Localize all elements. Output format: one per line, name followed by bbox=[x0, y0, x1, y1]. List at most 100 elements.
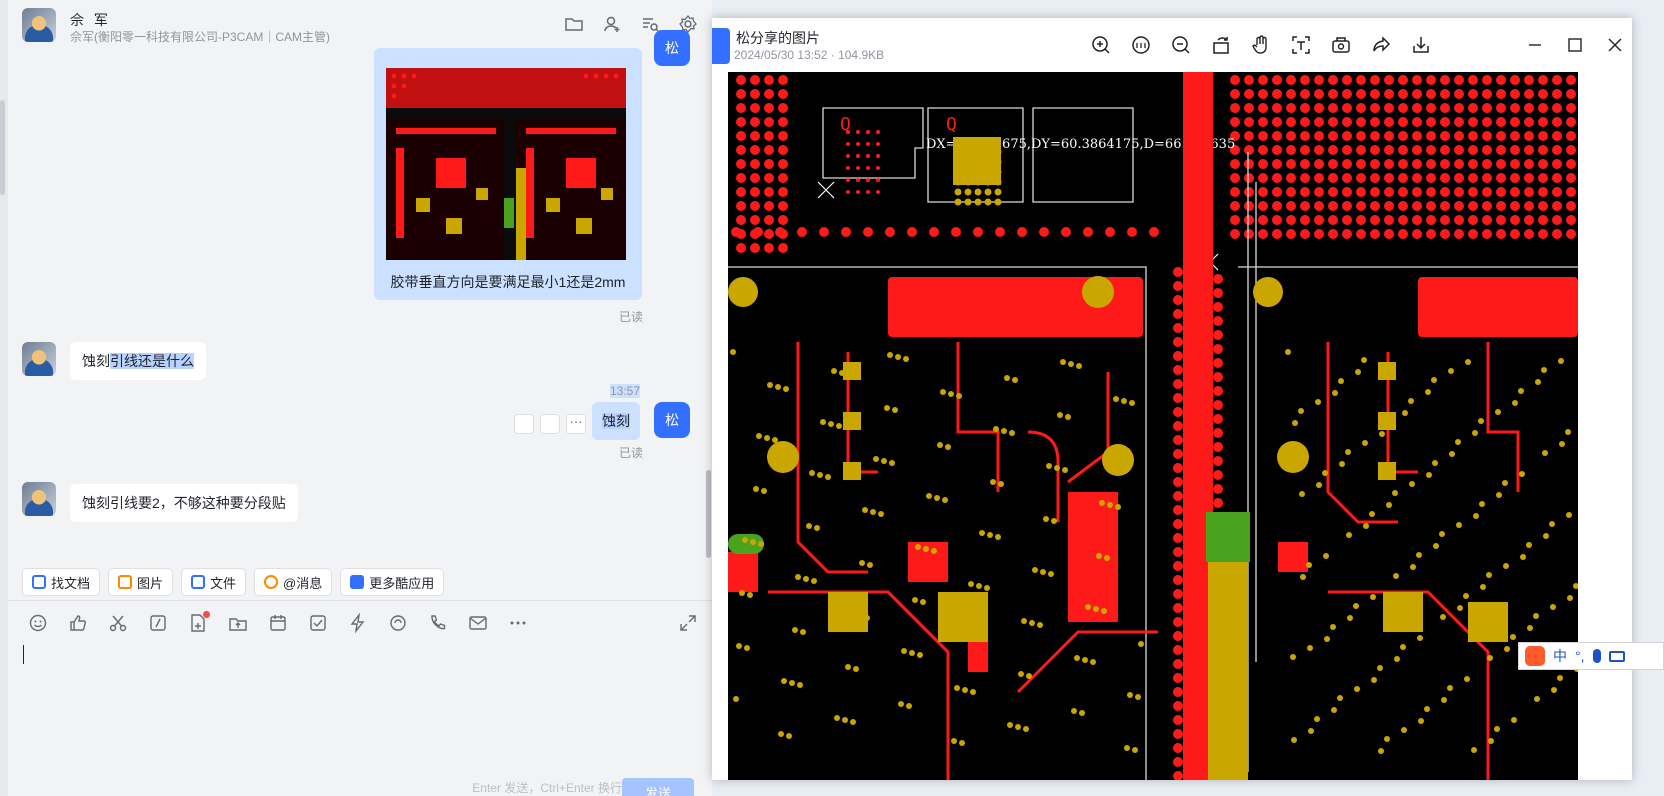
via-pad bbox=[1345, 449, 1351, 455]
via-pad bbox=[1082, 657, 1088, 663]
rotate-icon[interactable] bbox=[1210, 34, 1232, 56]
contact-avatar[interactable] bbox=[22, 8, 56, 42]
minimize-icon[interactable] bbox=[1524, 34, 1546, 56]
close-icon[interactable] bbox=[1604, 34, 1626, 56]
upload-icon[interactable] bbox=[228, 613, 248, 633]
via-pad bbox=[1115, 504, 1121, 510]
via-pad bbox=[974, 178, 982, 186]
command-icon[interactable] bbox=[148, 613, 168, 633]
via-pad bbox=[1440, 103, 1450, 113]
reaction-icon[interactable] bbox=[514, 414, 534, 434]
more-icon[interactable] bbox=[508, 613, 528, 633]
chat-scrollbar[interactable] bbox=[706, 470, 711, 558]
zoom-out-icon[interactable] bbox=[1170, 34, 1192, 56]
via-pad bbox=[1384, 173, 1394, 183]
via-pad bbox=[1552, 103, 1562, 113]
self-avatar[interactable]: 松 bbox=[654, 402, 690, 438]
actual-size-icon[interactable] bbox=[1130, 34, 1152, 56]
ime-mode[interactable]: 中 bbox=[1553, 646, 1567, 666]
folder-icon[interactable] bbox=[564, 14, 584, 34]
image-edit-icon[interactable] bbox=[1330, 34, 1352, 56]
via-pad bbox=[764, 117, 774, 127]
via-pad bbox=[1328, 131, 1338, 141]
via-pad bbox=[1300, 229, 1310, 239]
scissors-icon[interactable] bbox=[108, 613, 128, 633]
sidebar-scrollbar[interactable] bbox=[0, 100, 5, 195]
contact-avatar[interactable] bbox=[22, 342, 56, 376]
via-pad bbox=[1314, 145, 1324, 155]
via-pad bbox=[1213, 428, 1223, 438]
mention-button[interactable]: @消息 bbox=[254, 568, 333, 596]
via-pad bbox=[817, 472, 823, 478]
self-avatar[interactable]: 松 bbox=[654, 30, 690, 66]
via-pad bbox=[1418, 718, 1424, 724]
via-pad bbox=[1566, 145, 1576, 155]
pcb-thumbnail[interactable] bbox=[386, 68, 626, 260]
via-pad bbox=[819, 227, 829, 237]
doc-add-icon[interactable] bbox=[188, 611, 210, 633]
via-pad bbox=[1258, 89, 1268, 99]
text-recognize-icon[interactable] bbox=[1290, 34, 1312, 56]
via-pad bbox=[1378, 748, 1384, 754]
pcb-image[interactable]: Q Q DX=0.9803675,DY=60.3864175,D=66.5736… bbox=[728, 72, 1578, 780]
add-member-icon[interactable] bbox=[602, 14, 622, 34]
via-pad bbox=[901, 648, 907, 654]
via-pad bbox=[1510, 117, 1520, 127]
via-pad bbox=[753, 486, 759, 492]
mail-icon[interactable] bbox=[468, 613, 488, 633]
share-icon[interactable] bbox=[1370, 34, 1392, 56]
image-message[interactable]: 胶带垂直方向是要满足最小1还是2mm bbox=[374, 48, 642, 300]
contact-avatar[interactable] bbox=[22, 482, 56, 516]
via-pad bbox=[1272, 131, 1282, 141]
via-pad bbox=[974, 198, 982, 206]
ime-toolbar[interactable]: 中 °, bbox=[1518, 642, 1664, 670]
message-bubble[interactable]: 蚀刻引线还是什么 bbox=[70, 342, 206, 380]
more-apps-button[interactable]: 更多酷应用 bbox=[340, 568, 445, 596]
lightning-icon[interactable] bbox=[348, 612, 368, 634]
via-pad bbox=[1385, 419, 1391, 425]
maximize-icon[interactable] bbox=[1564, 34, 1586, 56]
via-pad bbox=[1060, 359, 1066, 365]
zoom-in-icon[interactable] bbox=[1090, 34, 1112, 56]
via-pad bbox=[1244, 131, 1254, 141]
quick-tools: 找文档 图片 文件 @消息 更多酷应用 bbox=[22, 568, 445, 596]
reply-icon[interactable] bbox=[540, 414, 560, 434]
apps-icon bbox=[350, 575, 365, 589]
emoji-icon[interactable] bbox=[28, 613, 48, 633]
via-pad bbox=[841, 227, 851, 237]
microphone-icon[interactable] bbox=[1592, 649, 1601, 663]
via-pad bbox=[1440, 89, 1450, 99]
via-pad bbox=[775, 227, 785, 237]
calendar-icon[interactable] bbox=[268, 613, 288, 633]
via-pad bbox=[870, 509, 876, 515]
message-bubble[interactable]: 蚀刻 bbox=[592, 402, 640, 440]
find-doc-button[interactable]: 找文档 bbox=[22, 568, 101, 596]
file-button[interactable]: 文件 bbox=[181, 568, 247, 596]
download-icon[interactable] bbox=[1410, 34, 1432, 56]
contact-name[interactable]: 佘 军 bbox=[70, 10, 111, 30]
send-button[interactable]: 发送 bbox=[622, 778, 694, 796]
hand-icon[interactable] bbox=[1250, 34, 1272, 56]
image-button[interactable]: 图片 bbox=[108, 568, 174, 596]
ime-punct[interactable]: °, bbox=[1575, 648, 1585, 664]
via-pad bbox=[1370, 594, 1376, 600]
expand-icon[interactable] bbox=[678, 613, 698, 633]
keyboard-icon[interactable] bbox=[1608, 650, 1625, 662]
message-editor[interactable]: Enter 发送，Ctrl+Enter 换行 发送 bbox=[8, 600, 712, 796]
via-pad bbox=[1503, 563, 1509, 569]
via-pad bbox=[1448, 368, 1454, 374]
thumbs-up-icon[interactable] bbox=[68, 613, 88, 633]
via-pad bbox=[1384, 201, 1394, 211]
message-bubble[interactable]: 蚀刻引线要2，不够这种要分段贴 bbox=[70, 484, 298, 522]
via-pad bbox=[1524, 159, 1534, 169]
task-icon[interactable] bbox=[308, 613, 328, 633]
via-pad bbox=[1356, 159, 1366, 169]
phone-icon[interactable] bbox=[428, 613, 448, 633]
via-pad bbox=[1032, 567, 1038, 573]
via-pad bbox=[1173, 337, 1183, 347]
viewer-tab[interactable] bbox=[712, 28, 730, 64]
folder-icon bbox=[191, 575, 206, 589]
more-icon[interactable]: ··· bbox=[566, 414, 586, 434]
video-meeting-icon[interactable] bbox=[388, 613, 408, 633]
via-pad bbox=[994, 168, 1002, 176]
